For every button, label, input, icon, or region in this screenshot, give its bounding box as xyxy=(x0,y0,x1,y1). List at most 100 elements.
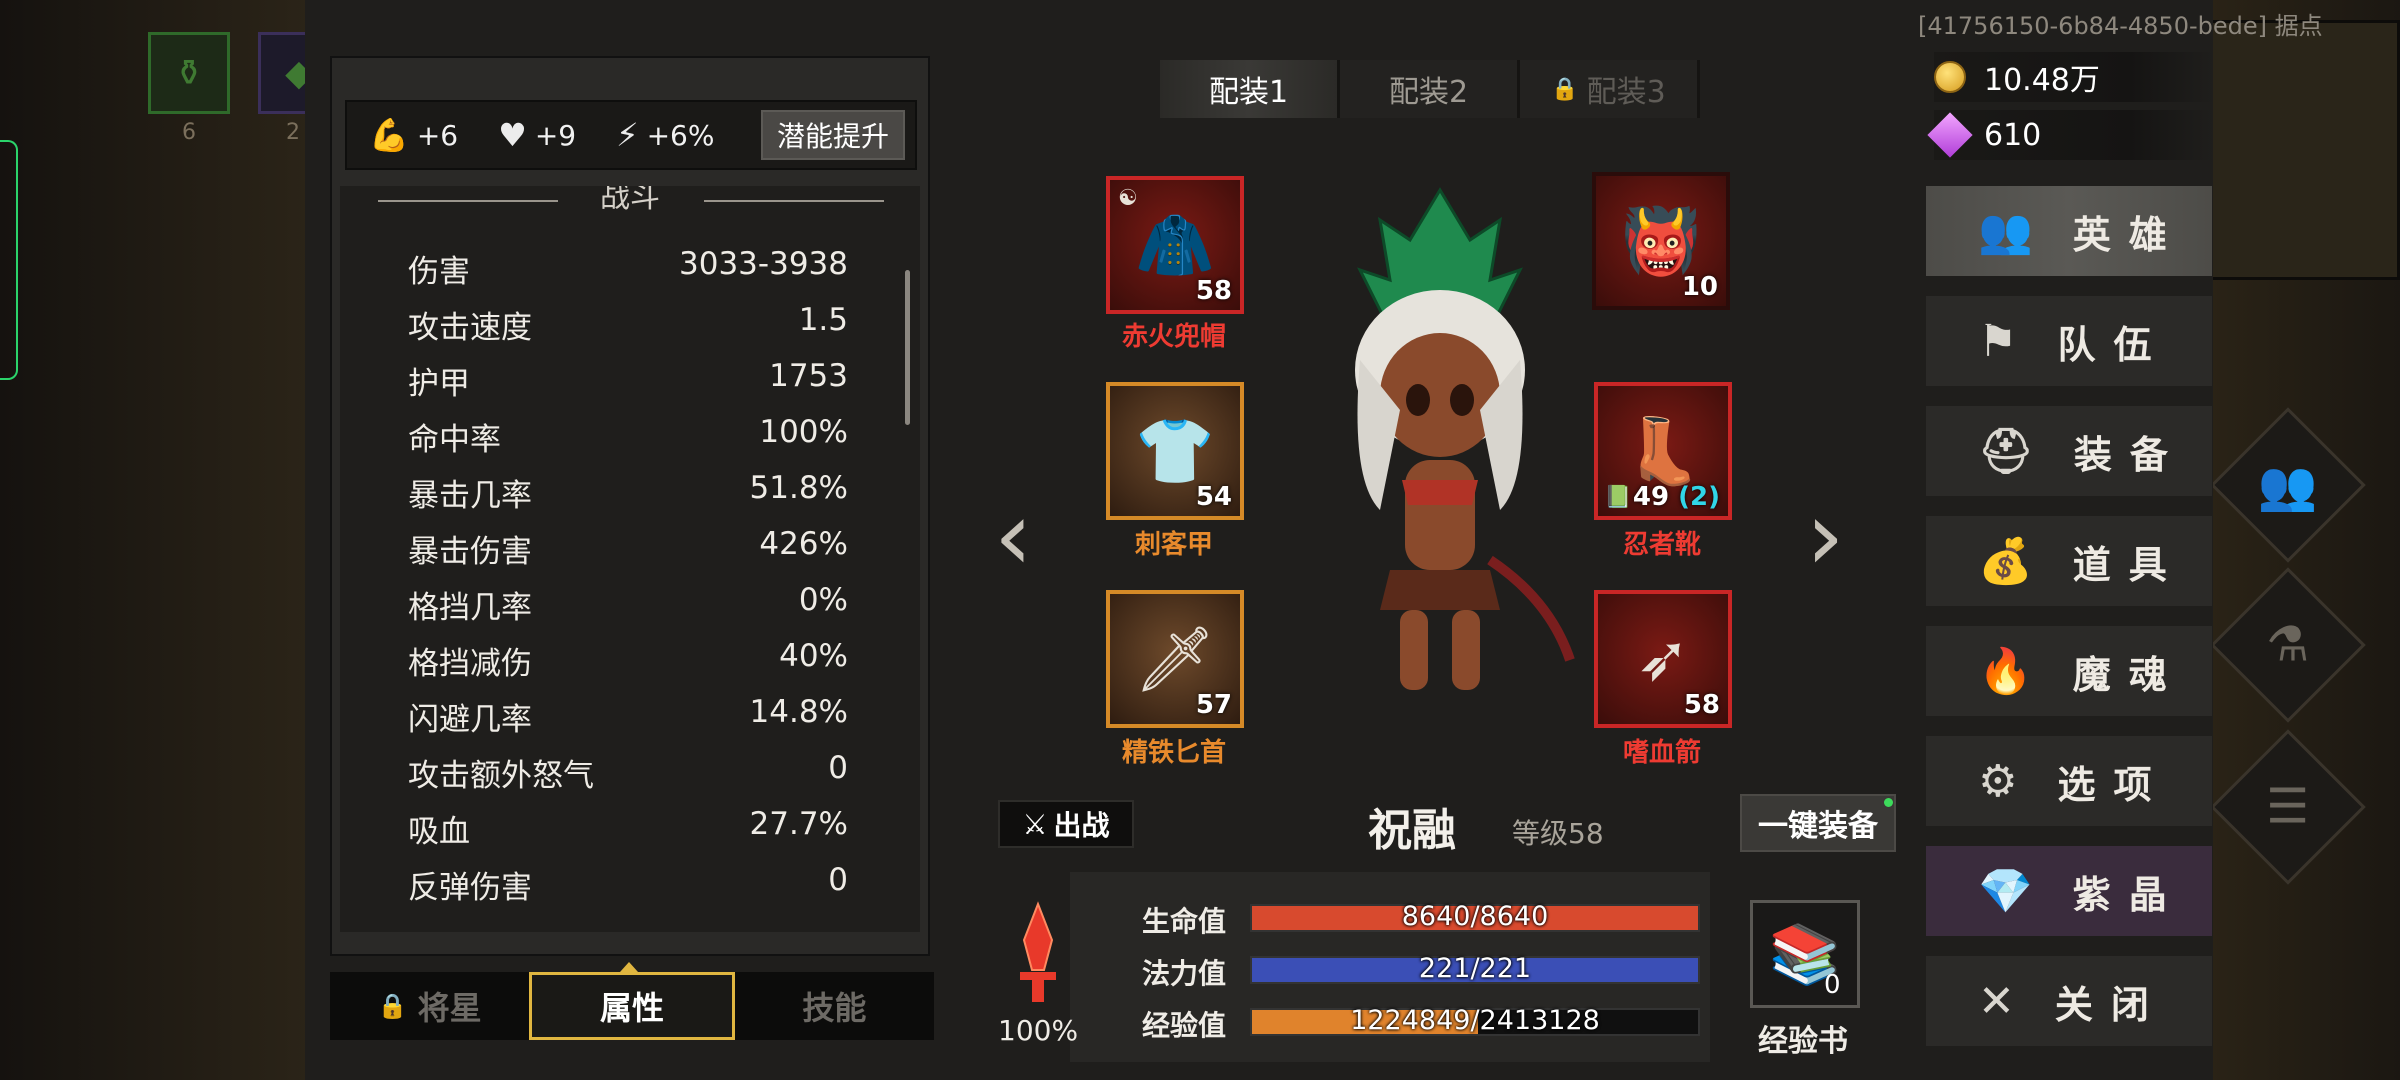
lock-icon: 🔒 xyxy=(1551,76,1579,102)
stat-label: 护甲 xyxy=(408,366,470,402)
deploy-button[interactable]: ⚔ 出战 xyxy=(998,800,1134,848)
rage-percent: 100% xyxy=(998,1014,1079,1047)
exp-bar: 1224849/2413128 xyxy=(1250,1005,1700,1036)
menu-items[interactable]: 💰 道具 xyxy=(1926,516,2212,606)
stats-scrollbar[interactable] xyxy=(905,270,910,425)
section-divider-right xyxy=(704,200,884,202)
stat-value: 0 xyxy=(828,862,848,898)
minimap[interactable] xyxy=(2200,20,2400,280)
menu-label: 关闭 xyxy=(2054,982,2167,1027)
loadout-tabs: 配装1 配装2 🔒 配装3 xyxy=(1160,60,1700,118)
menu-label: 魔魂 xyxy=(2072,652,2185,697)
crystal-counter: 610 xyxy=(1927,110,2214,160)
lightning-icon: ⚡ xyxy=(616,116,639,154)
stat-row: 攻击额外怒气 0 xyxy=(408,750,848,795)
list-icon: ☰ xyxy=(2266,779,2310,835)
hero-model xyxy=(1355,187,1575,690)
background-left-scene xyxy=(0,0,310,1080)
hero-name: 祝融 xyxy=(1368,805,1456,856)
stat-label: 吸血 xyxy=(408,814,470,850)
menu-hero[interactable]: 👥 英雄 xyxy=(1926,186,2212,276)
stat-value: 426% xyxy=(759,526,848,562)
tab-pointer xyxy=(620,962,638,972)
stat-row: 暴击伤害 426% xyxy=(408,526,848,571)
stat-label: 闪避几率 xyxy=(408,702,532,738)
stat-label: 格挡减伤 xyxy=(408,646,532,682)
auto-equip-button[interactable]: 一键装备 xyxy=(1740,794,1896,852)
menu-equipment[interactable]: ⛑ 装备 xyxy=(1926,406,2212,496)
energy-stat: ⚡ +6% xyxy=(616,116,714,154)
stat-label: 格挡几率 xyxy=(408,590,532,626)
stat-value: 51.8% xyxy=(749,470,848,506)
exp-value: 1224849/2413128 xyxy=(1350,1005,1600,1036)
gold-amount: 10.48万 xyxy=(1984,63,2100,98)
exp-book-label: 经验书 xyxy=(1758,1024,1848,1059)
mp-value: 221/221 xyxy=(1418,953,1532,984)
watermark: [41756150-6b84-4850-bede] 据点 xyxy=(1918,12,2323,40)
stat-row: 格挡几率 0% xyxy=(408,582,848,627)
equip-level: 57 xyxy=(1195,690,1232,720)
equip-slot-arrow[interactable]: ➶ 58 xyxy=(1594,590,1732,728)
stat-row: 吸血 27.7% xyxy=(408,806,848,851)
exp-book-count: 0 xyxy=(1824,970,1841,1000)
heart-icon: ♥ xyxy=(498,116,527,154)
menu-souls[interactable]: 🔥 魔魂 xyxy=(1926,626,2212,716)
helmet-icon: ⛑ xyxy=(1978,426,2034,477)
potential-upgrade-button[interactable]: 潜能提升 xyxy=(760,110,905,160)
gear-icon: ⚙ xyxy=(1978,755,2018,807)
menu-label: 英雄 xyxy=(2072,212,2185,257)
hp-label: 生命值 xyxy=(1142,905,1227,938)
tab-loadout-1[interactable]: 配装1 xyxy=(1160,60,1340,118)
stat-row: 伤害 3033-3938 xyxy=(408,246,848,291)
stat-label: 攻击速度 xyxy=(408,310,532,346)
tab-attributes[interactable]: 属性 xyxy=(529,972,735,1040)
stat-row: 闪避几率 14.8% xyxy=(408,694,848,739)
tab-stars[interactable]: 🔒 将星 xyxy=(330,972,529,1040)
mp-bar: 221/221 xyxy=(1250,953,1700,984)
tab-skills[interactable]: 技能 xyxy=(735,972,934,1040)
equip-slot-boots[interactable]: 👢 📗 49 (2) xyxy=(1594,382,1732,520)
stat-value: 0 xyxy=(828,750,848,786)
menu-team[interactable]: ⚑ 队伍 xyxy=(1926,296,2212,386)
menu-crystal[interactable]: 💎 紫晶 xyxy=(1926,846,2212,936)
lock-icon: 🔒 xyxy=(377,992,408,1020)
rage-sword-icon xyxy=(1020,901,1056,1002)
menu-close[interactable]: ✕ 关闭 xyxy=(1926,956,2212,1046)
next-hero-arrow[interactable]: › xyxy=(1806,480,1844,592)
stat-label: 命中率 xyxy=(408,422,501,458)
tab-label: 技能 xyxy=(802,989,867,1027)
stat-value: 1.5 xyxy=(798,302,848,338)
exp-book-button[interactable]: 📚 xyxy=(1750,900,1860,1008)
muscle-icon: 💪 xyxy=(369,116,409,154)
stat-label: 暴击伤害 xyxy=(408,534,532,570)
hp-bar: 8640/8640 xyxy=(1250,901,1700,932)
stats-list[interactable]: 战斗 伤害 3033-3938 攻击速度 1.5 护甲 1753 命中率 100% 暴击… xyxy=(340,186,920,932)
bottom-tabs: 🔒 将星 属性 技能 xyxy=(330,972,934,1040)
equip-slot-weapon[interactable]: 🗡 57 xyxy=(1106,590,1244,728)
previous-hero-arrow[interactable]: ‹ xyxy=(994,480,1032,592)
equip-slot-helmet[interactable]: 🧥 ☯ 58 xyxy=(1106,176,1244,314)
side-drawer-handle[interactable] xyxy=(0,140,18,380)
hero-icon: 👥 xyxy=(1978,206,2033,257)
boots-level: 49 xyxy=(1632,482,1670,512)
stat-label: 暴击几率 xyxy=(408,478,532,514)
tab-label: 属性 xyxy=(599,989,664,1027)
quick-slot-1[interactable]: ⚱ xyxy=(148,32,230,114)
menu-options[interactable]: ⚙ 选项 xyxy=(1926,736,2212,826)
menu-label: 选项 xyxy=(2057,762,2170,807)
stat-row: 格挡减伤 40% xyxy=(408,638,848,683)
stat-value: 27.7% xyxy=(749,806,848,842)
equip-slot-armor[interactable]: 👕 54 xyxy=(1106,382,1244,520)
stat-value: 1753 xyxy=(769,358,848,394)
gold-coin-icon xyxy=(1934,61,1966,93)
tab-label: 配装3 xyxy=(1586,75,1666,110)
menu-label: 队伍 xyxy=(2057,322,2170,367)
equip-slot-accessory[interactable]: 👹 10 xyxy=(1592,172,1730,310)
exp-label: 经验值 xyxy=(1142,1009,1227,1042)
equip-level: 54 xyxy=(1195,482,1232,512)
tab-loadout-3[interactable]: 🔒 配装3 xyxy=(1520,60,1700,118)
flag-icon: ⚑ xyxy=(1978,315,2018,367)
tab-loadout-2[interactable]: 配装2 xyxy=(1340,60,1520,118)
quick-slot-2-count: 2 xyxy=(286,120,300,145)
equip-name-armor: 刺客甲 xyxy=(1134,530,1213,560)
